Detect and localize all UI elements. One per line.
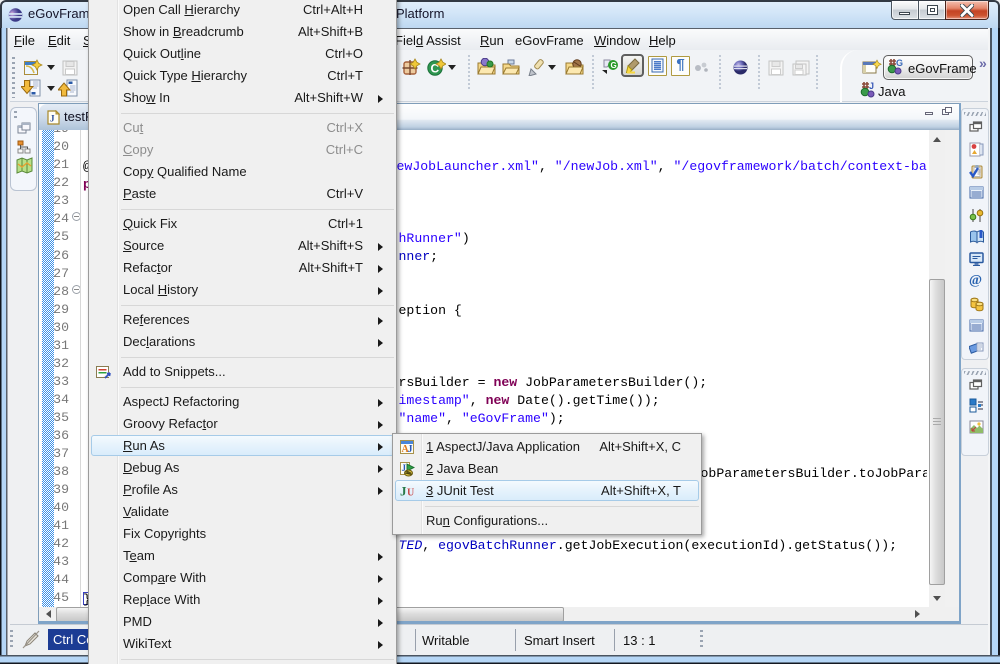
svg-text:U: U — [407, 488, 414, 499]
svg-text:J: J — [408, 444, 413, 455]
svg-text:J: J — [50, 114, 55, 124]
svg-text:J: J — [400, 484, 407, 499]
